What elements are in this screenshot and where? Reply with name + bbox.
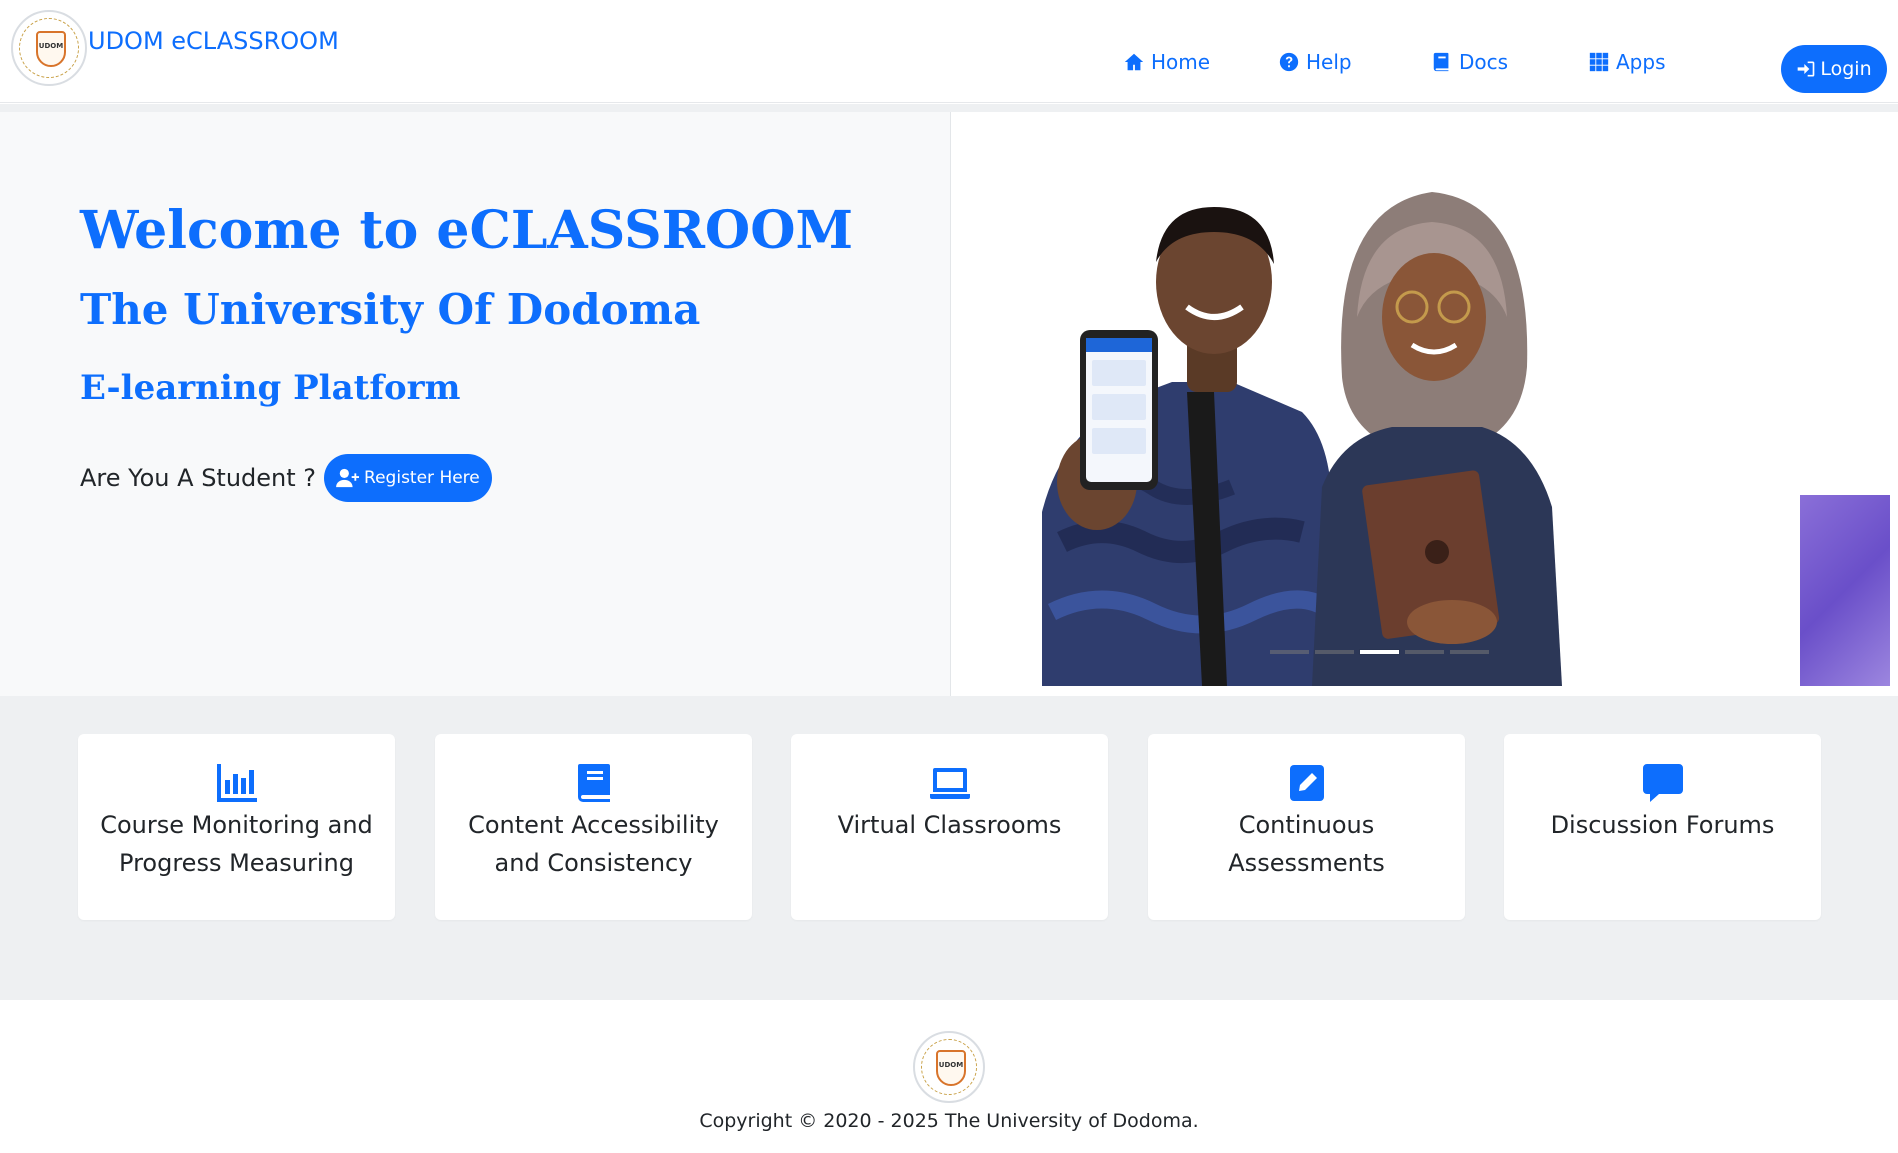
- nav-help[interactable]: Help: [1278, 50, 1352, 74]
- book-icon: [577, 764, 610, 802]
- home-icon: [1124, 53, 1144, 71]
- feature-card-virtual-classrooms: Virtual Classrooms: [791, 734, 1108, 920]
- feature-card-discussion-forums: Discussion Forums: [1504, 734, 1821, 920]
- carousel-indicator[interactable]: [1405, 650, 1444, 654]
- nav-home-label: Home: [1151, 50, 1211, 74]
- brand[interactable]: UDOM UDOM eCLASSROOM: [11, 10, 339, 86]
- carousel-indicator[interactable]: [1270, 650, 1309, 654]
- feature-label: Discussion Forums: [1550, 811, 1775, 839]
- carousel-indicator[interactable]: [1315, 650, 1354, 654]
- pencil-square-icon: [1289, 765, 1324, 801]
- nav-docs-label: Docs: [1459, 50, 1509, 74]
- next-slide-preview: [1800, 495, 1890, 686]
- laptop-icon: [929, 768, 970, 799]
- footer-logo: UDOM: [913, 1031, 985, 1103]
- hero-tagline: E-learning Platform: [80, 368, 461, 408]
- book-icon: [1433, 52, 1449, 72]
- student-with-laptop-image: [1312, 192, 1562, 686]
- chat-bubble-icon: [1642, 764, 1683, 802]
- carousel-indicator-active[interactable]: [1360, 650, 1399, 654]
- udom-logo: UDOM: [913, 1031, 985, 1103]
- login-button[interactable]: Login: [1781, 45, 1887, 93]
- bar-chart-icon: [216, 764, 257, 802]
- feature-label: Continuous Assessments: [1228, 811, 1385, 877]
- footer-copyright: Copyright © 2020 - 2025 The University o…: [699, 1110, 1199, 1132]
- nav-docs[interactable]: Docs: [1431, 50, 1508, 74]
- feature-label: Course Monitoring and Progress Measuring: [100, 811, 373, 877]
- carousel-indicators: [1270, 650, 1489, 654]
- user-plus-icon: [336, 468, 360, 488]
- feature-card-continuous-assessments: Continuous Assessments: [1148, 734, 1465, 920]
- brand-title[interactable]: UDOM eCLASSROOM: [88, 27, 339, 55]
- student-question: Are You A Student ?: [80, 464, 317, 492]
- logo-text: UDOM: [38, 42, 64, 50]
- nav-home[interactable]: Home: [1123, 50, 1210, 74]
- grid-icon: [1589, 52, 1609, 72]
- feature-label: Virtual Classrooms: [837, 811, 1062, 839]
- feature-card-course-monitoring: Course Monitoring and Progress Measuring: [78, 734, 395, 920]
- hero-separator: [0, 104, 1898, 112]
- hero-carousel[interactable]: [952, 112, 1798, 686]
- feature-label: Content Accessibility and Consistency: [468, 811, 719, 877]
- nav-apps[interactable]: Apps: [1588, 50, 1666, 74]
- feature-card-content-accessibility: Content Accessibility and Consistency: [435, 734, 752, 920]
- sign-in-icon: [1798, 61, 1815, 77]
- hero-title: Welcome to eCLASSROOM: [80, 200, 854, 261]
- udom-logo: UDOM: [11, 10, 87, 86]
- register-button[interactable]: Register Here: [324, 454, 492, 502]
- hero-subtitle: The University Of Dodoma: [80, 285, 701, 334]
- logo-text: UDOM: [938, 1061, 964, 1069]
- student-register-row: Are You A Student ? Register Here: [80, 454, 492, 502]
- login-label: Login: [1820, 58, 1872, 80]
- top-navbar: UDOM UDOM eCLASSROOM Home Help Docs Apps…: [0, 0, 1898, 103]
- nav-help-label: Help: [1306, 50, 1352, 74]
- nav-apps-label: Apps: [1616, 50, 1666, 74]
- carousel-indicator[interactable]: [1450, 650, 1489, 654]
- question-circle-icon: [1279, 52, 1299, 72]
- register-label: Register Here: [364, 468, 480, 488]
